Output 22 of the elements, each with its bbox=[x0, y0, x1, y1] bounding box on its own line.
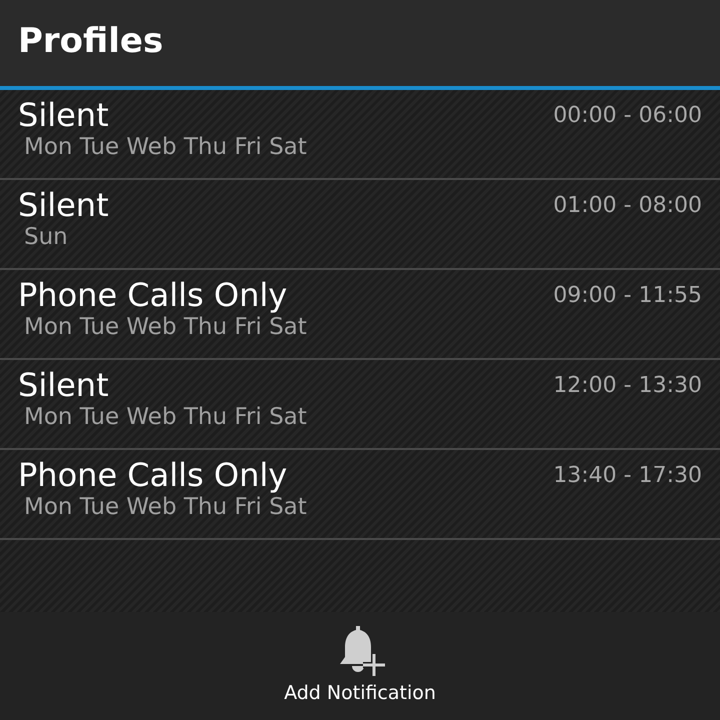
time-range: 00:00 - 06:00 bbox=[553, 102, 702, 128]
profile-item[interactable]: Phone Calls Only 13:40 - 17:30 Mon Tue Web Thu Fri Sat bbox=[0, 450, 720, 540]
profile-days: Mon Tue Web Thu Fri Sat bbox=[18, 404, 307, 430]
add-notification-button[interactable]: Add Notification bbox=[280, 612, 440, 720]
profile-item[interactable]: Silent 01:00 - 08:00 Sun bbox=[0, 180, 720, 270]
profile-name: Silent bbox=[18, 186, 109, 224]
profile-name: Silent bbox=[18, 366, 109, 404]
time-range: 09:00 - 11:55 bbox=[553, 282, 702, 308]
profile-days: Mon Tue Web Thu Fri Sat bbox=[18, 134, 307, 160]
profile-item[interactable]: Silent 00:00 - 06:00 Mon Tue Web Thu Fri Sat bbox=[0, 90, 720, 180]
profile-days: Mon Tue Web Thu Fri Sat bbox=[18, 314, 307, 340]
profile-days: Sun bbox=[18, 224, 68, 250]
profile-item[interactable]: Silent 12:00 - 13:30 Mon Tue Web Thu Fri Sat bbox=[0, 360, 720, 450]
profile-days: Mon Tue Web Thu Fri Sat bbox=[18, 494, 307, 520]
profile-name: Phone Calls Only bbox=[18, 456, 288, 494]
time-range: 12:00 - 13:30 bbox=[553, 372, 702, 398]
profile-item[interactable]: Phone Calls Only 09:00 - 11:55 Mon Tue Web Thu Fri Sat bbox=[0, 270, 720, 360]
screen-title: Profiles bbox=[18, 21, 164, 63]
profile-name: Phone Calls Only bbox=[18, 276, 288, 314]
profile-name: Silent bbox=[18, 96, 109, 134]
time-range: 01:00 - 08:00 bbox=[553, 192, 702, 218]
time-range: 13:40 - 17:30 bbox=[553, 462, 702, 488]
